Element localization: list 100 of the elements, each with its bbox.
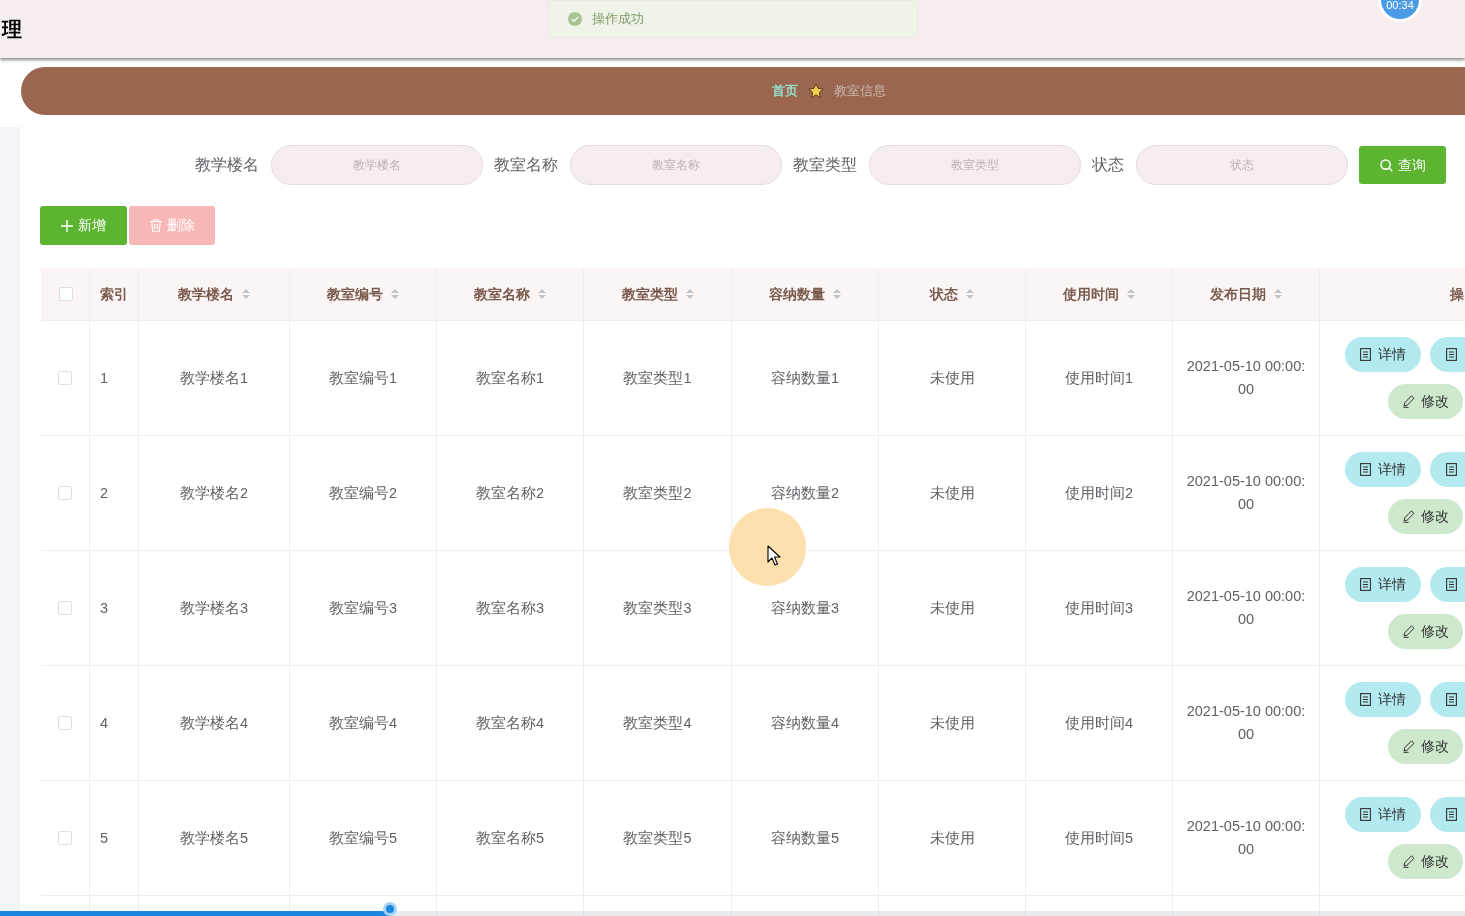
document-icon xyxy=(1446,578,1457,591)
table-cell-text: 1 xyxy=(100,368,109,388)
table-cell-text: 教室名称4 xyxy=(475,713,545,733)
document-icon xyxy=(1360,808,1371,821)
field-label: 状态 xyxy=(1092,155,1124,175)
table-cell-text: 未使用 xyxy=(929,713,975,733)
detail-button[interactable]: 详情 xyxy=(1345,567,1421,602)
checkbox[interactable] xyxy=(58,371,72,385)
sort-icon[interactable] xyxy=(538,288,546,300)
cursor-icon xyxy=(767,545,781,566)
edit-button[interactable]: 修改 xyxy=(1388,614,1463,649)
table-cell-text: 2021-05-10 00:00:00 xyxy=(1185,357,1307,399)
document-icon xyxy=(1446,808,1457,821)
detail-button[interactable]: 详情 xyxy=(1345,682,1421,717)
table-cell-text: 容纳数量3 xyxy=(770,598,840,618)
table-cell-text: 2 xyxy=(100,483,109,503)
table-cell-text: 容纳数量5 xyxy=(770,828,840,848)
table-cell-text: 5 xyxy=(100,828,109,848)
table-cell-text: 教室类型5 xyxy=(623,828,692,848)
table-cell-text: 教室名称2 xyxy=(475,483,545,503)
page-title: 理 xyxy=(0,19,22,39)
table-cell-text: 使用时间5 xyxy=(1064,828,1134,848)
table-cell-text: 未使用 xyxy=(929,368,975,388)
checkbox[interactable] xyxy=(58,831,72,845)
pencil-icon xyxy=(1402,510,1415,523)
search-field[interactable]: 状态 xyxy=(1136,145,1348,185)
edit-button[interactable]: 修改 xyxy=(1388,384,1463,419)
sort-icon[interactable] xyxy=(966,288,974,300)
detail-button[interactable] xyxy=(1430,682,1465,717)
column-header[interactable]: 教室名称 xyxy=(474,283,546,305)
table-cell-text: 教学楼名4 xyxy=(179,713,249,733)
table-cell-text: 教学楼名2 xyxy=(179,483,249,503)
document-icon xyxy=(1360,463,1371,476)
column-header[interactable]: 状态 xyxy=(930,283,974,305)
detail-button[interactable]: 详情 xyxy=(1345,452,1421,487)
sort-icon[interactable] xyxy=(685,288,694,300)
column-header[interactable]: 教学楼名 xyxy=(178,283,250,305)
column-header: 操 xyxy=(1450,284,1464,304)
document-icon xyxy=(1360,578,1371,591)
detail-button[interactable] xyxy=(1430,452,1465,487)
table-cell-text: 2021-05-10 00:00:00 xyxy=(1185,817,1307,859)
table-cell-text: 教室编号5 xyxy=(328,828,398,848)
column-header[interactable]: 教室类型 xyxy=(621,283,694,305)
pencil-icon xyxy=(1402,855,1415,868)
table-cell-text: 未使用 xyxy=(929,483,975,503)
column-header[interactable]: 使用时间 xyxy=(1063,283,1135,305)
document-icon xyxy=(1360,348,1371,361)
column-header[interactable]: 教室编号 xyxy=(327,283,399,305)
field-label: 教室类型 xyxy=(793,155,857,175)
edit-button[interactable]: 修改 xyxy=(1388,499,1463,534)
document-icon xyxy=(1360,693,1371,706)
table-cell-text: 教学楼名3 xyxy=(179,598,249,618)
pencil-icon xyxy=(1402,625,1415,638)
checkbox[interactable] xyxy=(58,716,72,730)
checkbox[interactable] xyxy=(59,287,73,301)
table-cell-text: 3 xyxy=(100,598,109,618)
table-cell-text: 教室编号4 xyxy=(328,713,398,733)
search-field[interactable]: 教学楼名 xyxy=(271,145,483,185)
table-cell-text: 使用时间3 xyxy=(1064,598,1134,618)
playback-slider[interactable] xyxy=(0,902,1465,916)
table-cell-text: 教室编号1 xyxy=(328,368,398,388)
toast-message: 操作成功 xyxy=(592,10,644,29)
sort-icon[interactable] xyxy=(391,288,399,300)
table-cell-text: 2021-05-10 00:00:00 xyxy=(1185,587,1307,629)
sort-icon[interactable] xyxy=(1274,288,1282,300)
search-icon xyxy=(1379,158,1393,172)
checkbox[interactable] xyxy=(58,601,72,615)
table-cell-text: 容纳数量2 xyxy=(770,483,840,503)
breadcrumb-current: 教室信息 xyxy=(834,82,886,101)
table-cell-text: 容纳数量1 xyxy=(770,368,840,388)
table-cell-text: 教室类型2 xyxy=(623,483,692,503)
column-header[interactable]: 容纳数量 xyxy=(769,283,841,305)
checkbox[interactable] xyxy=(58,486,72,500)
detail-button[interactable]: 详情 xyxy=(1345,797,1421,832)
playback-handle[interactable] xyxy=(382,902,397,916)
pencil-icon xyxy=(1402,740,1415,753)
sort-icon[interactable] xyxy=(833,288,841,300)
timer-badge: 00:34 xyxy=(1378,0,1422,22)
column-header: 索引 xyxy=(100,284,128,304)
table-cell-text: 教室类型3 xyxy=(623,598,692,618)
table-cell-text: 2021-05-10 00:00:00 xyxy=(1185,702,1307,744)
detail-button[interactable] xyxy=(1430,567,1465,602)
table-cell-text: 教室名称3 xyxy=(475,598,545,618)
document-icon xyxy=(1446,348,1457,361)
pencil-icon xyxy=(1402,395,1415,408)
table-cell-text: 使用时间2 xyxy=(1064,483,1134,503)
sort-icon[interactable] xyxy=(1127,288,1135,300)
breadcrumb-link[interactable]: 首页 xyxy=(772,81,798,101)
detail-button[interactable]: 详情 xyxy=(1345,337,1421,372)
edit-button[interactable]: 修改 xyxy=(1388,729,1463,764)
detail-button[interactable] xyxy=(1430,797,1465,832)
sort-icon[interactable] xyxy=(242,288,250,300)
column-header[interactable]: 发布日期 xyxy=(1210,283,1282,305)
table-cell-text: 使用时间4 xyxy=(1064,713,1134,733)
edit-button[interactable]: 修改 xyxy=(1388,844,1463,879)
document-icon xyxy=(1446,693,1457,706)
detail-button[interactable] xyxy=(1430,337,1465,372)
table-cell-text: 教室类型1 xyxy=(623,368,692,388)
trash-icon xyxy=(149,219,162,232)
field-label: 教学楼名 xyxy=(195,155,259,175)
